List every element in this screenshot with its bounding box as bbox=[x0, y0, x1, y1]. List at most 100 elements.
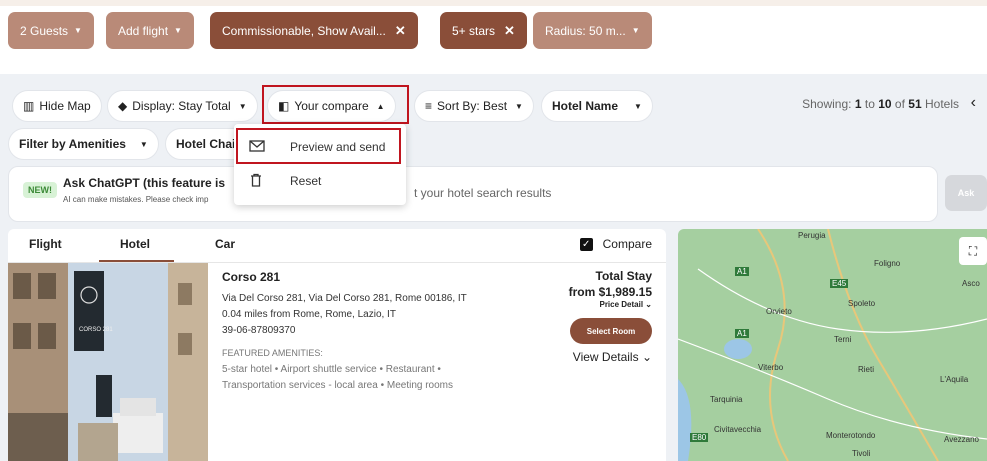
add-flight-chip-label: Add flight bbox=[118, 23, 169, 38]
hotel-phone: 39-06-87809370 bbox=[222, 325, 296, 336]
chevron-down-icon: ▼ bbox=[174, 26, 182, 35]
filter-amenities-dropdown[interactable]: Filter by Amenities ▼ bbox=[8, 128, 159, 160]
your-compare-label: Your compare bbox=[294, 99, 369, 113]
tab-flight[interactable]: Flight bbox=[29, 237, 62, 251]
chevron-down-icon: ▼ bbox=[631, 26, 640, 35]
map-panel[interactable]: Perugia Foligno Orvieto Spoleto Terni Vi… bbox=[678, 229, 987, 461]
amenities-label: FEATURED AMENITIES: bbox=[222, 348, 323, 358]
results-count: Showing: 1 to 10 of 51 Hotels bbox=[802, 97, 959, 111]
price-detail-label: Price Detail bbox=[599, 300, 644, 309]
radius-chip[interactable]: Radius: 50 m... ▼ bbox=[533, 12, 652, 49]
menu-item-reset[interactable]: Reset bbox=[234, 164, 406, 198]
map-label: Tarquinia bbox=[710, 395, 743, 404]
envelope-icon bbox=[249, 139, 265, 155]
chatgpt-title: Ask ChatGPT (this feature is bbox=[63, 176, 226, 190]
hotel-chain-label: Hotel Chai bbox=[176, 137, 236, 151]
total-stay-label: Total Stay bbox=[595, 269, 652, 283]
road-label: A1 bbox=[735, 329, 749, 338]
price-summary: Total Stay from $1,989.15 bbox=[569, 269, 652, 299]
showing-to: 10 bbox=[878, 97, 892, 111]
menu-item-label: Preview and send bbox=[290, 140, 386, 154]
hide-map-button[interactable]: ▥ Hide Map bbox=[12, 90, 102, 122]
price-value: from $1,989.15 bbox=[568, 285, 652, 299]
select-room-button[interactable]: Select Room bbox=[570, 318, 652, 344]
close-icon[interactable]: ✕ bbox=[504, 23, 515, 39]
showing-to-word: to bbox=[864, 97, 875, 111]
tag-icon: ◆ bbox=[118, 99, 128, 113]
map-label: Viterbo bbox=[758, 363, 784, 372]
filter-chip-bar: 2 Guests ▼ Add flight ▼ Commissionable, … bbox=[0, 0, 987, 74]
hotel-address: Via Del Corso 281, Via Del Corso 281, Ro… bbox=[222, 293, 467, 304]
map-label: Civitavecchia bbox=[714, 425, 762, 434]
display-dropdown[interactable]: ◆ Display: Stay Total ▼ bbox=[107, 90, 258, 122]
view-details-label: View Details bbox=[572, 350, 639, 364]
map-label: Foligno bbox=[874, 259, 901, 268]
showing-from: 1 bbox=[854, 97, 862, 111]
map-label: Asco bbox=[962, 279, 980, 288]
trash-icon bbox=[249, 173, 263, 190]
price-detail-toggle[interactable]: Price Detail ⌄ bbox=[599, 300, 652, 309]
road-label: E80 bbox=[690, 433, 709, 442]
chevron-up-icon: ▲ bbox=[376, 101, 385, 111]
stars-chip-label: 5+ stars bbox=[452, 23, 496, 38]
showing-prefix: Showing: bbox=[802, 97, 852, 111]
compare-checkbox[interactable]: ✓ Compare bbox=[579, 237, 652, 251]
map-label: Orvieto bbox=[766, 307, 792, 316]
map-label: Avezzano bbox=[944, 435, 979, 444]
new-badge: NEW! bbox=[23, 182, 57, 198]
hotel-distance: 0.04 miles from Rome, Rome, Lazio, IT bbox=[222, 309, 396, 320]
your-compare-dropdown[interactable]: ◧ Your compare ▲ bbox=[267, 90, 396, 122]
fullscreen-icon[interactable]: ⛶ bbox=[959, 237, 987, 265]
map-label: Spoleto bbox=[848, 299, 876, 308]
guests-chip[interactable]: 2 Guests ▼ bbox=[8, 12, 94, 49]
chevron-down-icon: ▼ bbox=[238, 101, 247, 111]
close-icon[interactable]: ✕ bbox=[395, 23, 406, 39]
sort-icon: ≡ bbox=[425, 99, 433, 113]
hotel-photo[interactable]: CORSO 281 bbox=[8, 263, 208, 461]
hide-map-label: Hide Map bbox=[39, 99, 91, 113]
sort-by-label: Sort By: Best bbox=[437, 99, 508, 113]
map-icon: ▥ bbox=[23, 99, 35, 113]
hotel-result-card: Flight Hotel Car ✓ Compare CORSO 281 Cor bbox=[8, 229, 666, 461]
ask-button[interactable]: Ask bbox=[945, 175, 987, 211]
chevron-down-icon: ▼ bbox=[139, 139, 148, 149]
commissionable-chip[interactable]: Commissionable, Show Avail... ✕ bbox=[210, 12, 418, 49]
showing-total: 51 bbox=[908, 97, 922, 111]
add-flight-chip[interactable]: Add flight ▼ bbox=[106, 12, 194, 49]
compare-icon: ◧ bbox=[278, 99, 290, 113]
hotel-name-dropdown[interactable]: Hotel Name ▼ bbox=[541, 90, 653, 122]
tab-hotel[interactable]: Hotel bbox=[120, 237, 150, 251]
chevron-down-icon: ▼ bbox=[74, 26, 82, 35]
chevron-down-icon: ▼ bbox=[515, 101, 523, 111]
compare-label: Compare bbox=[602, 237, 652, 251]
chevron-left-icon[interactable]: ‹ bbox=[971, 94, 976, 112]
menu-item-label: Reset bbox=[290, 174, 322, 188]
view-details-toggle[interactable]: View Details ⌄ bbox=[573, 350, 652, 364]
display-label: Display: Stay Total bbox=[132, 99, 231, 113]
chevron-down-icon: ⌄ bbox=[641, 350, 652, 364]
road-label: A1 bbox=[735, 267, 749, 276]
showing-suffix: Hotels bbox=[924, 97, 959, 111]
chevron-down-icon: ▼ bbox=[634, 101, 642, 111]
chevron-down-icon: ⌄ bbox=[645, 300, 652, 309]
road-label: E45 bbox=[830, 279, 849, 288]
chatgpt-panel: NEW! Ask ChatGPT (this feature is AI can… bbox=[8, 166, 938, 222]
guests-chip-label: 2 Guests bbox=[20, 23, 69, 38]
hotel-name[interactable]: Corso 281 bbox=[222, 270, 280, 284]
hotel-banner-text: CORSO 281 bbox=[79, 327, 113, 333]
radius-chip-label: Radius: 50 m... bbox=[545, 23, 626, 38]
map-label: Tivoli bbox=[852, 449, 871, 458]
amenities-line: 5-star hotel • Airport shuttle service •… bbox=[222, 364, 441, 375]
chatgpt-input[interactable]: t your hotel search results bbox=[414, 186, 551, 200]
menu-item-preview-send[interactable]: Preview and send bbox=[234, 130, 406, 164]
tab-car[interactable]: Car bbox=[215, 237, 235, 251]
commissionable-chip-label: Commissionable, Show Avail... bbox=[222, 23, 386, 38]
hotel-name-label: Hotel Name bbox=[552, 99, 619, 113]
stars-chip[interactable]: 5+ stars ✕ bbox=[440, 12, 527, 49]
checkbox-checked-icon[interactable]: ✓ bbox=[579, 237, 593, 251]
map-label: Monterotondo bbox=[826, 431, 876, 440]
chatgpt-disclaimer: AI can make mistakes. Please check imp bbox=[63, 195, 209, 204]
sort-by-dropdown[interactable]: ≡ Sort By: Best ▼ bbox=[414, 90, 534, 122]
filter-amenities-label: Filter by Amenities bbox=[19, 137, 126, 151]
map-label: Terni bbox=[834, 335, 852, 344]
